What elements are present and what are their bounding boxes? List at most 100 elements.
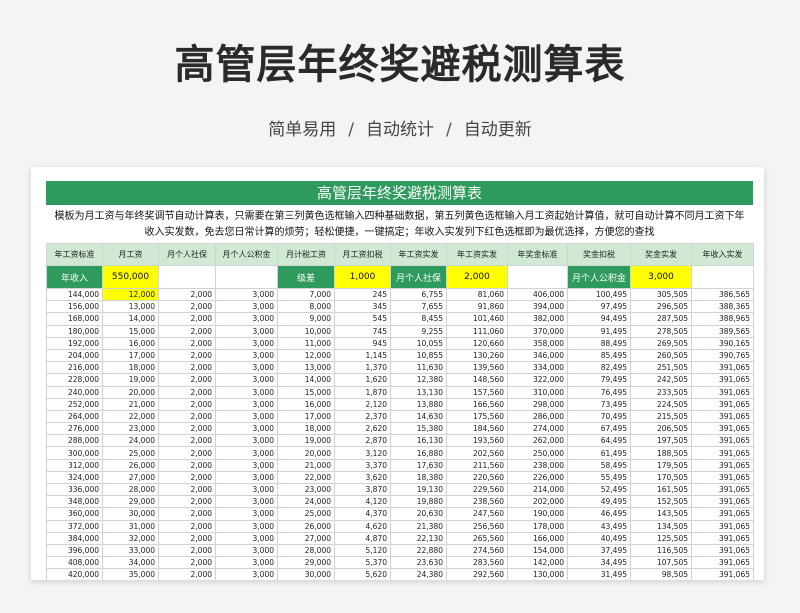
table-cell: 3,000 — [215, 348, 278, 363]
table-cell: 391,065 — [691, 543, 754, 558]
sheet-banner: 高管层年终奖避税测算表 — [46, 181, 753, 205]
table-cell: 391,065 — [691, 434, 754, 448]
table-cell: 391,065 — [691, 397, 754, 411]
table-cell: 265,560 — [446, 531, 508, 545]
table-cell: 79,495 — [567, 373, 631, 387]
table-cell: 3,000 — [215, 336, 278, 350]
table-cell: 3,370 — [334, 458, 391, 472]
table-cell: 262,000 — [507, 434, 568, 448]
table-cell: 85,495 — [567, 348, 631, 363]
table-cell: 35,000 — [102, 568, 159, 580]
table-cell: 336,000 — [46, 482, 103, 497]
param-input-social-insurance[interactable]: 2,000 — [446, 265, 508, 289]
table-cell: 2,000 — [158, 531, 216, 545]
table-cell: 101,460 — [446, 312, 508, 326]
column-header: 月工资 — [102, 243, 159, 266]
table-cell: 3,000 — [215, 519, 278, 533]
table-cell: 184,560 — [446, 422, 508, 436]
table-cell: 107,505 — [630, 556, 692, 570]
table-cell: 372,000 — [46, 519, 103, 533]
table-cell: 3,000 — [215, 568, 278, 580]
table-cell: 97,495 — [567, 300, 631, 314]
table-cell: 215,505 — [630, 409, 692, 424]
table-cell: 260,505 — [630, 348, 692, 363]
table-cell: 180,000 — [46, 324, 103, 338]
table-cell: 3,620 — [334, 470, 391, 485]
table-cell: 391,065 — [691, 446, 754, 460]
table-cell: 334,000 — [507, 361, 568, 375]
table-cell: 154,000 — [507, 543, 568, 558]
table-cell: 33,000 — [102, 543, 159, 558]
table-cell: 120,660 — [446, 336, 508, 350]
table-row: 312,000 26,000 2,000 3,000 21,000 3,370 17,630… — [46, 458, 754, 472]
column-header: 月个人社保 — [158, 243, 216, 266]
table-cell: 82,495 — [567, 361, 631, 375]
table-cell: 15,380 — [390, 422, 447, 436]
blank-cell — [215, 265, 278, 289]
table-cell: 310,000 — [507, 385, 568, 399]
table-row: 288,000 24,000 2,000 3,000 19,000 2,870 16,130… — [46, 434, 754, 448]
table-cell: 346,000 — [507, 348, 568, 363]
table-cell: 204,000 — [46, 348, 103, 363]
table-cell: 391,065 — [691, 373, 754, 387]
table-cell: 197,505 — [630, 434, 692, 448]
table-cell: 214,000 — [507, 482, 568, 497]
table-cell: 23,000 — [277, 482, 335, 497]
table-cell: 3,000 — [215, 446, 278, 460]
table-cell: 13,880 — [390, 397, 447, 411]
table-cell: 384,000 — [46, 531, 103, 545]
table-cell: 3,000 — [215, 556, 278, 570]
table-cell: 2,000 — [158, 336, 216, 350]
table-cell: 2,000 — [158, 434, 216, 448]
table-cell: 15,000 — [277, 385, 335, 399]
table-cell: 188,505 — [630, 446, 692, 460]
table-cell: 18,000 — [277, 422, 335, 436]
table-cell: 98,505 — [630, 568, 692, 580]
table-cell: 2,000 — [158, 385, 216, 399]
subtitle-item: 自动更新 — [463, 120, 532, 140]
table-cell: 91,495 — [567, 324, 631, 338]
param-input-step[interactable]: 1,000 — [334, 265, 391, 289]
table-row: 276,000 23,000 2,000 3,000 18,000 2,620 15,380… — [46, 422, 754, 436]
table-cell: 20,630 — [390, 507, 447, 521]
table-body: 144,000 12,000 2,000 3,000 7,000 245 6,755 81,0… — [46, 287, 754, 580]
table-cell: 2,000 — [158, 287, 216, 302]
table-cell: 360,000 — [46, 507, 103, 521]
table-cell: 19,000 — [277, 434, 335, 448]
table-cell: 283,560 — [446, 556, 508, 570]
table-cell: 274,000 — [507, 422, 568, 436]
table-cell: 2,000 — [158, 397, 216, 411]
table-cell: 43,495 — [567, 519, 631, 533]
table-cell: 229,560 — [446, 482, 508, 497]
table-cell: 152,505 — [630, 495, 692, 509]
table-cell: 2,370 — [334, 409, 391, 424]
param-input-housing-fund[interactable]: 3,000 — [630, 265, 692, 289]
column-header: 年奖金标准 — [507, 243, 568, 266]
table-cell[interactable]: 12,000 — [102, 287, 159, 302]
table-cell: 391,065 — [691, 482, 754, 497]
table-cell: 17,630 — [390, 458, 447, 472]
table-cell: 3,000 — [215, 507, 278, 521]
table-cell: 269,505 — [630, 336, 692, 350]
table-cell: 94,495 — [567, 312, 631, 326]
table-cell: 1,620 — [334, 373, 391, 387]
table-cell: 21,000 — [277, 458, 335, 472]
table-cell: 61,495 — [567, 446, 631, 460]
sheet-content: 高管层年终奖避税测算表 模板为月工资与年终奖调节自动计算表，只需要在第三列黄色选… — [46, 181, 754, 580]
table-cell: 2,000 — [158, 348, 216, 363]
table-cell: 73,495 — [567, 397, 631, 411]
tax-table: 年收入 550,000 级差 1,000 月个人社保 2,000 月个人公积金 … — [46, 243, 754, 580]
column-header: 奖金实发 — [630, 243, 692, 266]
table-cell: 11,630 — [390, 361, 447, 375]
table-cell: 19,000 — [102, 373, 159, 387]
table-cell: 288,000 — [46, 434, 103, 448]
table-cell: 2,000 — [158, 409, 216, 424]
table-cell: 88,495 — [567, 336, 631, 350]
params-row: 年收入 550,000 级差 1,000 月个人社保 2,000 月个人公积金 … — [46, 265, 754, 289]
table-cell: 25,000 — [102, 446, 159, 460]
table-cell: 7,000 — [277, 287, 335, 302]
param-input-annual-income[interactable]: 550,000 — [102, 265, 159, 289]
table-cell: 49,495 — [567, 495, 631, 509]
table-cell: 206,505 — [630, 422, 692, 436]
table-cell: 390,165 — [691, 336, 754, 350]
